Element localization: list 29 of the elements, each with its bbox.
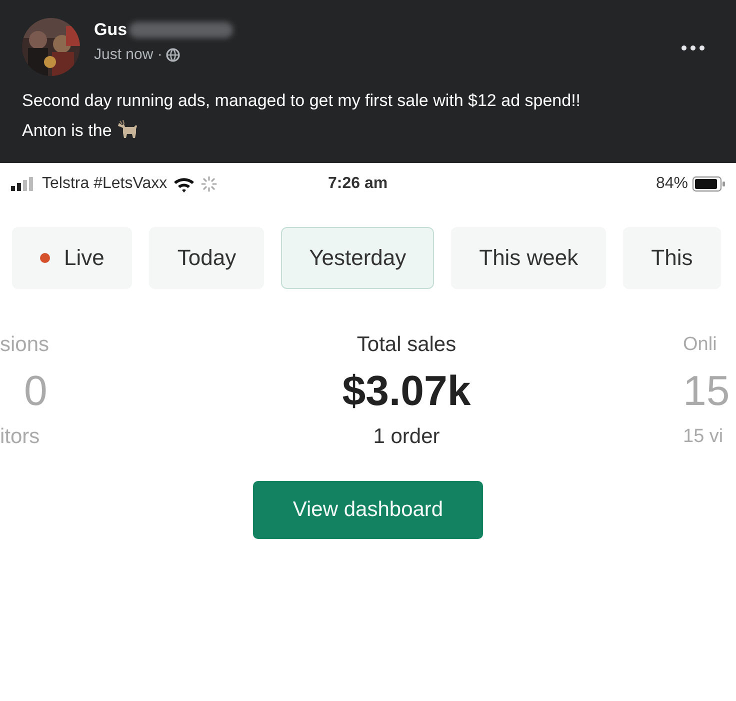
metric-value: 15 [683, 366, 730, 416]
metric-value: 0 [23, 366, 48, 416]
globe-icon [166, 48, 180, 62]
battery-icon [692, 176, 726, 192]
wifi-icon [173, 176, 196, 192]
range-tab[interactable]: Today [149, 227, 264, 289]
metric-label: Onli [683, 333, 717, 357]
metric-label: Total sales [356, 332, 456, 358]
metric-caption: itors [0, 424, 40, 450]
author-name[interactable]: Gus [94, 20, 128, 40]
live-dot-icon [40, 253, 50, 263]
range-tab[interactable]: Yesterday [281, 227, 434, 289]
range-tab[interactable]: Live [12, 227, 132, 289]
carrier-name: Telstra #LetsVaxx [42, 175, 168, 193]
post-time[interactable]: Just now · [94, 46, 162, 63]
range-tab[interactable]: This [623, 227, 721, 289]
status-time: 7:26 am [328, 175, 389, 193]
metric-label: sions [0, 332, 50, 358]
metric-value: $3.07k [342, 366, 471, 416]
goat-icon [116, 118, 139, 140]
view-dashboard-button[interactable]: View dashboard [253, 481, 483, 539]
metric-caption: 1 order [373, 424, 440, 450]
battery-percent: 84% [656, 175, 688, 193]
post-text: Second day running ads, managed to get my first sale with $12 ad spend!! Anton is the [22, 90, 582, 142]
activity-spinner-icon [201, 176, 218, 192]
more-icon[interactable] [680, 44, 706, 52]
metric-caption: 15 vi [683, 425, 724, 449]
signal-icon [10, 177, 36, 191]
range-tab[interactable]: This week [451, 227, 606, 289]
